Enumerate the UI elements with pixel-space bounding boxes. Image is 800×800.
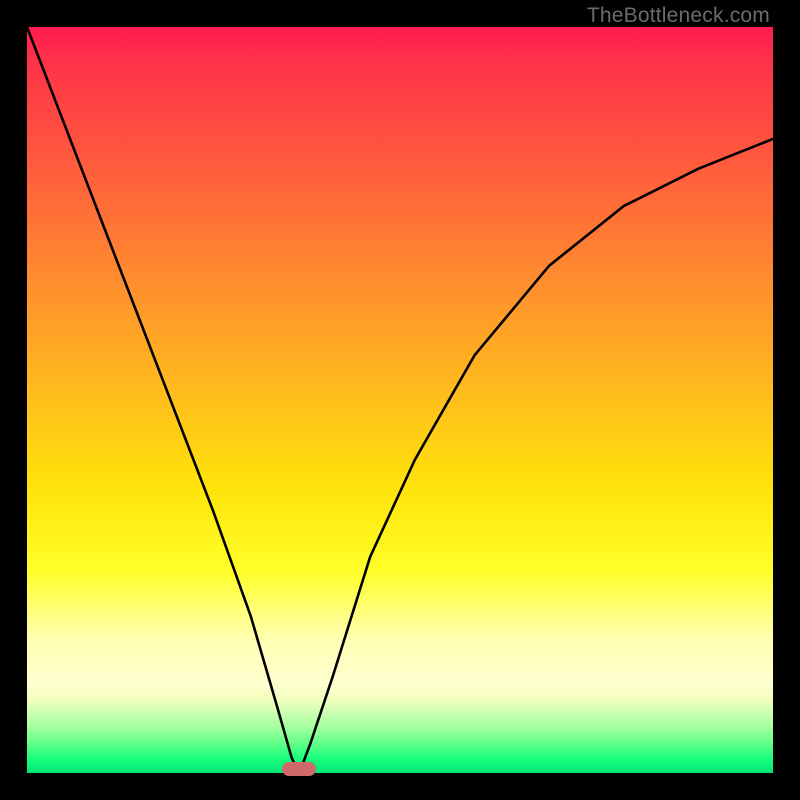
optimum-marker (282, 762, 316, 776)
plot-area (27, 27, 773, 773)
curve-left (27, 27, 299, 773)
curve-right (299, 139, 773, 773)
chart-frame: TheBottleneck.com (0, 0, 800, 800)
watermark-text: TheBottleneck.com (587, 4, 770, 28)
bottleneck-curve (27, 27, 773, 773)
